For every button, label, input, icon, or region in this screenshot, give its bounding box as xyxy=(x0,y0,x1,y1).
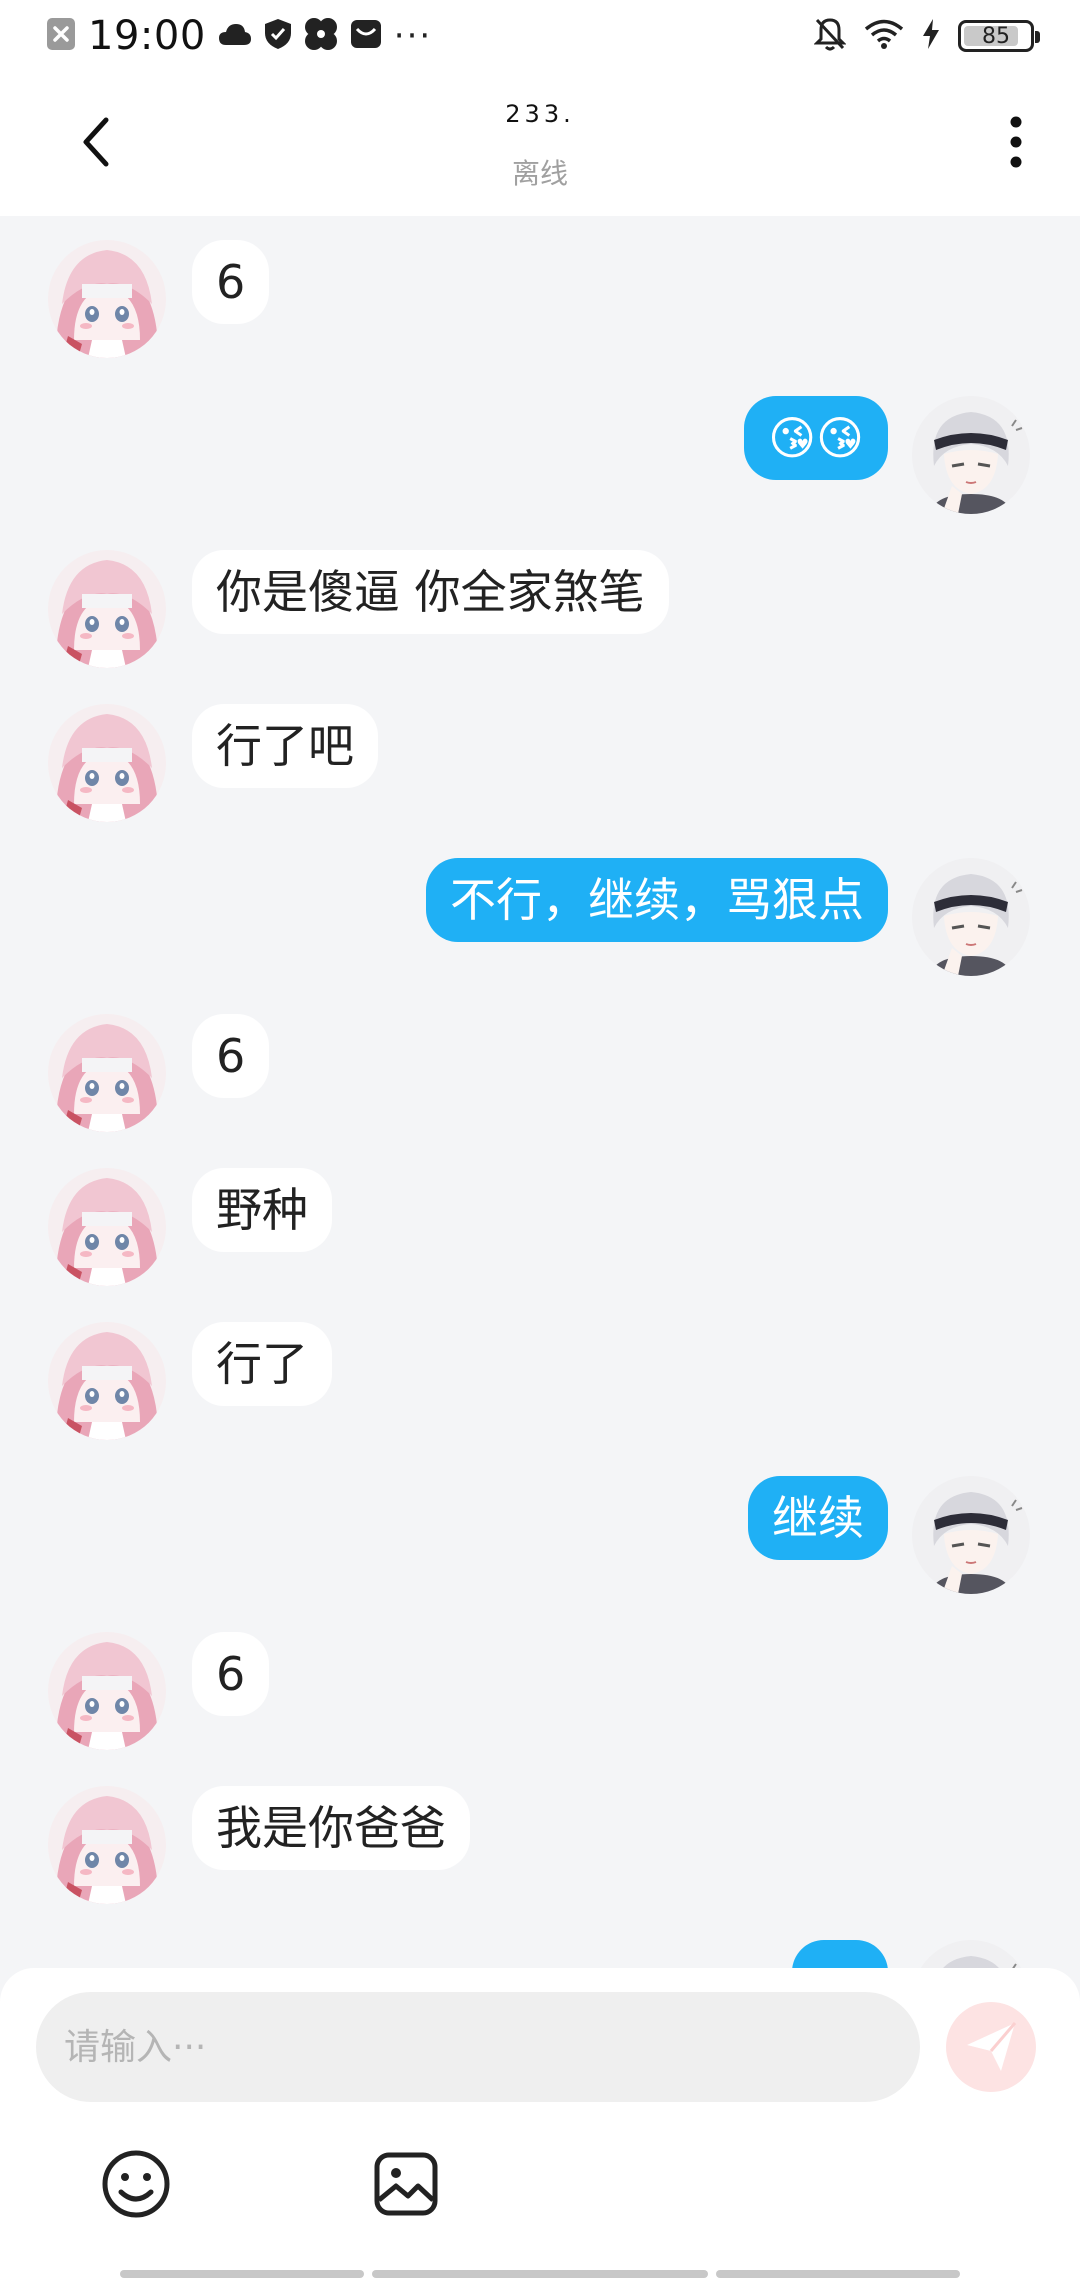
contact-status: 离线 xyxy=(511,157,568,190)
my-avatar[interactable] xyxy=(912,858,1030,976)
send-icon xyxy=(967,2022,1017,2071)
message-input-box[interactable] xyxy=(36,1992,920,2102)
send-button[interactable] xyxy=(946,2002,1036,2092)
status-bar-right: 85 xyxy=(796,17,1040,55)
message-bubble[interactable]: 😘😘 xyxy=(744,396,888,480)
contact-avatar[interactable] xyxy=(48,240,166,358)
battery-level: 85 xyxy=(982,23,1010,49)
incoming-message: 6 xyxy=(0,1014,1080,1134)
cloud-icon xyxy=(218,21,252,51)
shield-icon xyxy=(264,18,292,54)
message-bubble[interactable]: 不行，继续，骂狠点 xyxy=(426,858,888,942)
incoming-message: 6 xyxy=(0,240,1080,360)
incoming-message: 行了 xyxy=(0,1322,1080,1442)
contact-name: 233. xyxy=(505,100,575,128)
contact-avatar[interactable] xyxy=(48,1168,166,1286)
nav-segment xyxy=(716,2270,960,2278)
contact-avatar[interactable] xyxy=(48,550,166,668)
image-button[interactable] xyxy=(366,2144,446,2224)
gesture-nav-bar xyxy=(0,2270,1080,2280)
battery-icon: 85 xyxy=(958,20,1040,52)
message-input[interactable] xyxy=(64,2026,920,2068)
outgoing-message: 不行，继续，骂狠点 xyxy=(0,858,1080,978)
message-bubble[interactable]: 行了吧 xyxy=(192,704,378,788)
message-bubble[interactable]: 你是傻逼 你全家煞笔 xyxy=(192,550,669,634)
status-bar: 19:00 ··· 85 xyxy=(0,0,1080,72)
contact-avatar[interactable] xyxy=(48,1322,166,1440)
pinwheel-icon xyxy=(304,17,338,55)
status-overflow: ··· xyxy=(393,16,433,56)
wifi-icon xyxy=(864,18,904,54)
message-bubble[interactable] xyxy=(792,1940,888,1970)
message-bubble[interactable]: 行了 xyxy=(192,1322,332,1406)
close-notification-icon xyxy=(46,17,76,55)
message-bubble[interactable]: 6 xyxy=(192,240,270,324)
my-avatar[interactable] xyxy=(912,1476,1030,1594)
incoming-message: 我是你爸爸 xyxy=(0,1786,1080,1906)
more-button[interactable] xyxy=(984,106,1048,178)
message-bubble[interactable]: 我是你爸爸 xyxy=(192,1786,470,1870)
message-bubble[interactable]: 6 xyxy=(192,1014,270,1098)
outgoing-message xyxy=(0,1940,1080,1970)
status-time: 19:00 xyxy=(88,13,206,59)
bell-off-icon xyxy=(813,17,847,55)
composer-panel xyxy=(0,1968,1080,2280)
message-bubble[interactable]: 野种 xyxy=(192,1168,332,1252)
charging-bolt-icon xyxy=(922,18,940,54)
image-icon xyxy=(374,2152,438,2216)
incoming-message: 你是傻逼 你全家煞笔 xyxy=(0,550,1080,670)
message-bubble[interactable]: 继续 xyxy=(748,1476,888,1560)
contact-avatar[interactable] xyxy=(48,1786,166,1904)
incoming-message: 野种 xyxy=(0,1168,1080,1288)
outgoing-message: 😘😘 xyxy=(0,396,1080,516)
chat-header: 233. 离线 xyxy=(0,72,1080,216)
inbox-icon xyxy=(350,19,382,53)
nav-segment xyxy=(120,2270,364,2278)
more-vertical-icon xyxy=(1010,116,1022,168)
my-avatar[interactable] xyxy=(912,1940,1030,1970)
my-avatar[interactable] xyxy=(912,396,1030,514)
emoji-icon xyxy=(102,2150,170,2218)
nav-segment xyxy=(372,2270,708,2278)
message-bubble[interactable]: 6 xyxy=(192,1632,270,1716)
outgoing-message: 继续 xyxy=(0,1476,1080,1596)
contact-avatar[interactable] xyxy=(48,704,166,822)
contact-avatar[interactable] xyxy=(48,1632,166,1750)
status-bar-left: 19:00 ··· xyxy=(46,13,444,59)
message-list[interactable]: 6 😘😘 你是傻逼 你全家煞笔 行了吧 不行，继续，骂狠点 6 野种 行了 继续… xyxy=(0,216,1080,1970)
incoming-message: 行了吧 xyxy=(0,704,1080,824)
incoming-message: 6 xyxy=(0,1632,1080,1752)
contact-avatar[interactable] xyxy=(48,1014,166,1132)
emoji-button[interactable] xyxy=(96,2144,176,2224)
